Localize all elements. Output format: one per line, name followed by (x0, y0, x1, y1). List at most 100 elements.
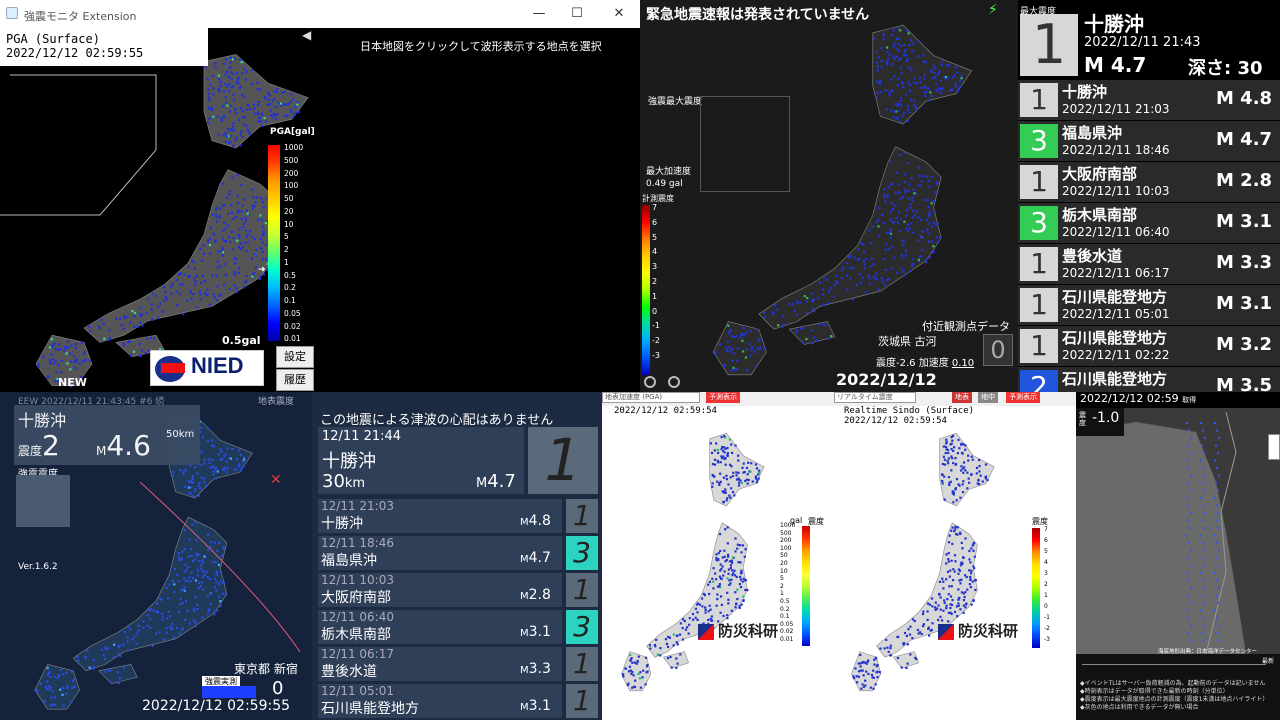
latest-epicenter: 十勝沖 (1084, 12, 1144, 36)
station-dot (811, 341, 814, 345)
quake-list-item[interactable]: 3 福島県沖 2022/12/11 18:46 M 4.7 (1018, 121, 1280, 161)
quake-list-item[interactable]: 12/11 06:40 栃木県南部 M3.1 3 (318, 610, 598, 644)
station-dot (739, 575, 742, 578)
station-dot (951, 434, 955, 437)
station-dot (906, 643, 909, 646)
station-dot (901, 114, 904, 117)
station-dot (254, 266, 257, 269)
station-dot (950, 559, 953, 562)
pga-tick-label: 2 (780, 582, 784, 590)
station-dot (816, 339, 819, 342)
station-dot (215, 206, 218, 210)
station-dot (970, 547, 973, 550)
station-dot (204, 66, 207, 69)
station-dot (194, 621, 197, 624)
prediction-button[interactable]: 予測表示 (1006, 392, 1040, 403)
station-dot (197, 494, 200, 497)
settings-button[interactable]: 設定 (276, 346, 314, 368)
seafloor-station-dot (1216, 467, 1218, 469)
settings-gear-icon[interactable] (668, 376, 680, 388)
station-dot (890, 89, 893, 92)
station-dot (890, 183, 894, 186)
quake-list-item[interactable]: 1 十勝沖 2022/12/11 21:03 M 4.8 (1018, 80, 1280, 120)
station-dot (217, 133, 220, 136)
side-handle[interactable] (1268, 434, 1280, 460)
station-dot (260, 247, 263, 250)
station-dot (744, 356, 748, 359)
station-dot (913, 192, 916, 195)
station-dot (227, 75, 231, 78)
station-dot (984, 463, 988, 466)
history-button[interactable]: 履歴 (276, 369, 314, 391)
station-dot (266, 92, 270, 95)
magnitude-value: 2.8 (528, 587, 551, 603)
surface-button[interactable]: 地表 (952, 392, 972, 403)
station-dot (214, 577, 217, 580)
station-dot (71, 686, 74, 690)
station-dot (904, 54, 908, 57)
station-dot (212, 445, 216, 448)
station-dot (212, 293, 215, 296)
station-dot (899, 100, 902, 103)
quake-list-item[interactable]: 12/11 06:17 豊後水道 M3.3 1 (318, 647, 598, 681)
station-dot (62, 686, 65, 689)
station-dot (122, 666, 126, 669)
station-dot (243, 116, 247, 119)
station-dot (189, 486, 193, 489)
maximize-button[interactable]: ☐ (562, 4, 592, 24)
station-dot (935, 236, 938, 239)
quake-list-item[interactable]: 1 石川県能登地方 2022/12/11 02:22 M 3.2 (1018, 326, 1280, 366)
station-dot (776, 308, 779, 311)
underground-button[interactable]: 地中 (978, 392, 998, 403)
collapse-arrow-icon[interactable]: ◀ (302, 28, 311, 42)
quake-list-item[interactable]: 3 栃木県南部 2022/12/11 06:40 M 3.1 (1018, 203, 1280, 243)
station-dot (644, 683, 647, 686)
station-dot (230, 128, 233, 131)
event-timeline[interactable] (1082, 664, 1266, 665)
intensity-tick-label: 3 (1044, 570, 1048, 577)
latest-quake-card[interactable]: 12/11 21:44 十勝沖 30km M4.7 (318, 427, 524, 494)
intensity-box: 1 (1020, 165, 1058, 199)
quake-list-item[interactable]: 12/11 18:46 福島県沖 M4.7 3 (318, 536, 598, 570)
station-dot (904, 188, 907, 191)
pga-tick-label: 200 (284, 168, 299, 178)
prediction-button[interactable]: 予測表示 (706, 392, 740, 403)
station-dot (953, 74, 957, 77)
station-dot (721, 556, 724, 559)
station-dot (937, 86, 941, 90)
station-dot (160, 612, 163, 615)
map-type-select[interactable]: リアルタイム震度 (834, 392, 916, 403)
station-dot (290, 108, 293, 111)
locate-icon[interactable] (644, 376, 656, 388)
quake-list-item[interactable]: 1 豊後水道 2022/12/11 06:17 M 3.3 (1018, 244, 1280, 284)
quake-list-item[interactable]: 1 大阪府南部 2022/12/11 10:03 M 2.8 (1018, 162, 1280, 202)
station-dot (855, 675, 858, 678)
pga-tick-label: 0.5 (284, 270, 296, 280)
station-dot (195, 539, 198, 542)
minimize-button[interactable]: — (524, 4, 554, 24)
quake-list-item[interactable]: 1 石川県能登地方 2022/12/11 05:01 M 3.1 (1018, 285, 1280, 325)
station-dot (936, 182, 939, 185)
station-dot (183, 577, 186, 580)
quake-list-item[interactable]: 12/11 21:03 十勝沖 M4.8 1 (318, 499, 598, 533)
station-dot (915, 210, 918, 213)
japan-pga-map-web[interactable] (602, 392, 832, 720)
quake-list-item[interactable]: 2 石川県能登地方 M 3.5 (1018, 367, 1280, 392)
quake-list-item[interactable]: 12/11 10:03 大阪府南部 M2.8 1 (318, 573, 598, 607)
station-dot (59, 347, 62, 351)
map-type-select[interactable]: 地表加速度 (PGA) (602, 392, 700, 403)
station-dot (221, 581, 224, 584)
station-dot (88, 325, 91, 328)
station-dot (239, 248, 242, 251)
station-dot (649, 647, 652, 650)
close-button[interactable]: ✕ (604, 4, 634, 24)
station-dot (234, 112, 238, 115)
station-dot (730, 578, 733, 581)
station-dot (889, 218, 892, 221)
station-dot (927, 222, 930, 225)
station-dot (232, 237, 235, 240)
station-dot (65, 692, 68, 695)
quake-list-item[interactable]: 12/11 05:01 石川県能登地方 M3.1 1 (318, 684, 598, 718)
station-dot (915, 657, 918, 661)
earthquake-history-panel: 最大震度 1 十勝沖 2022/12/11 21:43 M 4.7 深さ: 30… (1018, 0, 1280, 392)
